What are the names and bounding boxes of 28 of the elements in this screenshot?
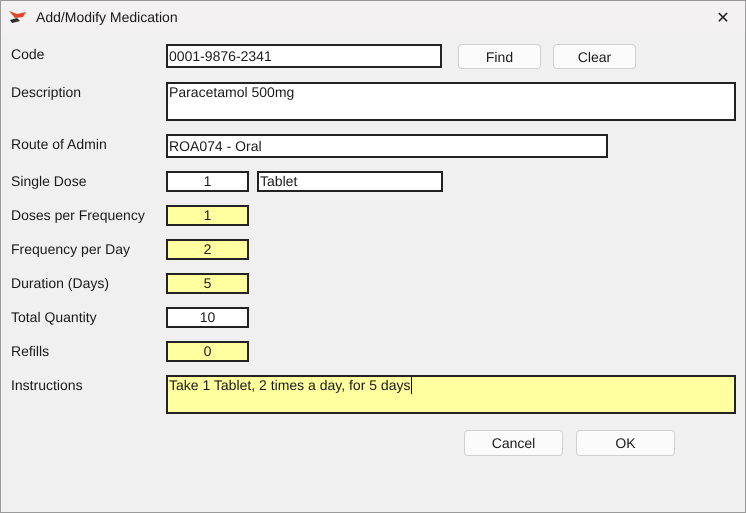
field-label: Instructions (11, 376, 84, 393)
window-title: Add/Modify Medication (36, 9, 179, 25)
input-field[interactable]: Take 1 Tablet, 2 times a day, for 5 days (166, 375, 736, 414)
field-label: Description (11, 83, 82, 100)
input-field[interactable]: Tablet (257, 171, 443, 192)
dialog-button[interactable]: Cancel (464, 430, 563, 456)
field-label: Code (11, 45, 46, 62)
field-label: Doses per Frequency (11, 206, 146, 223)
action-button[interactable]: Find (458, 44, 541, 69)
field-label: Total Quantity (11, 308, 98, 325)
field-label: Route of Admin (11, 135, 108, 152)
action-button[interactable]: Clear (553, 44, 636, 69)
input-field[interactable]: ROA074 - Oral (166, 134, 608, 158)
input-field[interactable]: 2 (166, 239, 249, 260)
field-label: Duration (Days) (11, 274, 110, 291)
field-label: Single Dose (11, 172, 88, 189)
app-logo-icon (8, 10, 28, 24)
field-label: Refills (11, 342, 50, 359)
field-label: Frequency per Day (11, 240, 132, 257)
dialog-button[interactable]: OK (576, 430, 675, 456)
input-field[interactable]: 1 (166, 205, 249, 226)
input-field[interactable]: 10 (166, 307, 249, 328)
input-field[interactable]: 5 (166, 273, 249, 294)
close-button[interactable]: ✕ (701, 1, 745, 33)
input-field[interactable]: 1 (166, 171, 249, 192)
input-field[interactable]: Paracetamol 500mg (166, 82, 736, 121)
input-field[interactable]: 0 (166, 341, 249, 362)
input-field[interactable]: 0001-9876-2341 (166, 44, 442, 68)
